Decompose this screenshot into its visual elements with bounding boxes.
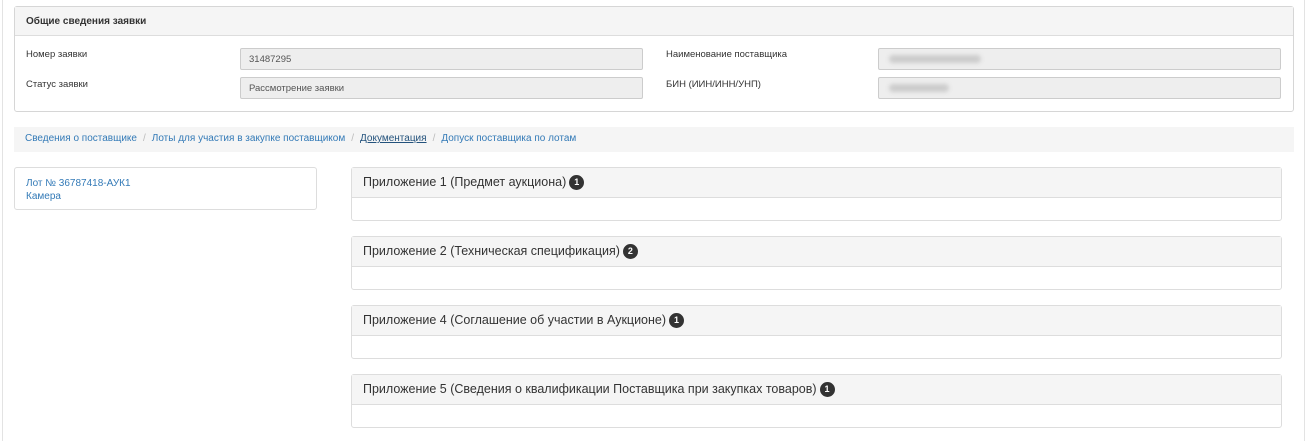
document-panel: Приложение 2 (Техническая спецификация) 2 (351, 236, 1282, 290)
breadcrumb-supplier-admission[interactable]: Допуск поставщика по лотам (441, 133, 576, 144)
document-panel-heading[interactable]: Приложение 4 (Соглашение об участии в Ау… (352, 306, 1281, 336)
document-panel: Приложение 4 (Соглашение об участии в Ау… (351, 305, 1282, 359)
breadcrumb-separator: / (351, 133, 355, 144)
application-status-field[interactable]: Рассмотрение заявки (240, 77, 643, 99)
document-panel-heading[interactable]: Приложение 1 (Предмет аукциона) 1 (352, 168, 1281, 198)
document-title: Приложение 2 (Техническая спецификация) (363, 244, 620, 258)
application-number-label: Номер заявки (26, 49, 88, 60)
redacted-supplier-name (889, 55, 981, 63)
lot-list-item[interactable]: Лот № 36787418-АУК1 Камера (14, 167, 317, 210)
breadcrumb: Сведения о поставщике / Лоты для участия в… (14, 127, 1294, 152)
lot-name[interactable]: Камера (26, 190, 305, 203)
breadcrumb-separator: / (432, 133, 436, 144)
breadcrumb-documentation[interactable]: Документация (360, 133, 427, 144)
document-count-badge: 2 (622, 244, 638, 259)
breadcrumb-supplier-info[interactable]: Сведения о поставщике (25, 133, 137, 144)
document-panel: Приложение 1 (Предмет аукциона) 1 (351, 167, 1282, 221)
document-count-badge: 1 (819, 382, 835, 397)
breadcrumb-separator: / (142, 133, 146, 144)
supplier-name-label: Наименование поставщика (666, 49, 788, 60)
document-title: Приложение 4 (Соглашение об участии в Ау… (363, 313, 667, 327)
document-count-badge: 1 (569, 175, 585, 190)
info-panel-title: Общие сведения заявки (15, 7, 1293, 36)
supplier-name-field[interactable] (878, 48, 1281, 70)
document-count-badge: 1 (669, 313, 685, 328)
bin-field[interactable] (878, 77, 1281, 99)
document-panel-heading[interactable]: Приложение 2 (Техническая спецификация) 2 (352, 237, 1281, 267)
document-panel: Приложение 5 (Сведения о квалификации По… (351, 374, 1282, 428)
redacted-bin (889, 84, 949, 92)
application-info-panel: Общие сведения заявки Номер заявки 31487… (14, 6, 1294, 112)
application-status-label: Статус заявки (26, 79, 88, 90)
document-title: Приложение 1 (Предмет аукциона) (363, 175, 567, 189)
document-panel-heading[interactable]: Приложение 5 (Сведения о квалификации По… (352, 375, 1281, 405)
breadcrumb-lots[interactable]: Лоты для участия в закупке поставщиком (152, 133, 345, 144)
lot-number[interactable]: Лот № 36787418-АУК1 (26, 177, 305, 190)
document-title: Приложение 5 (Сведения о квалификации По… (363, 382, 817, 396)
bin-label: БИН (ИИН/ИНН/УНП) (666, 79, 761, 90)
application-number-field[interactable]: 31487295 (240, 48, 643, 70)
